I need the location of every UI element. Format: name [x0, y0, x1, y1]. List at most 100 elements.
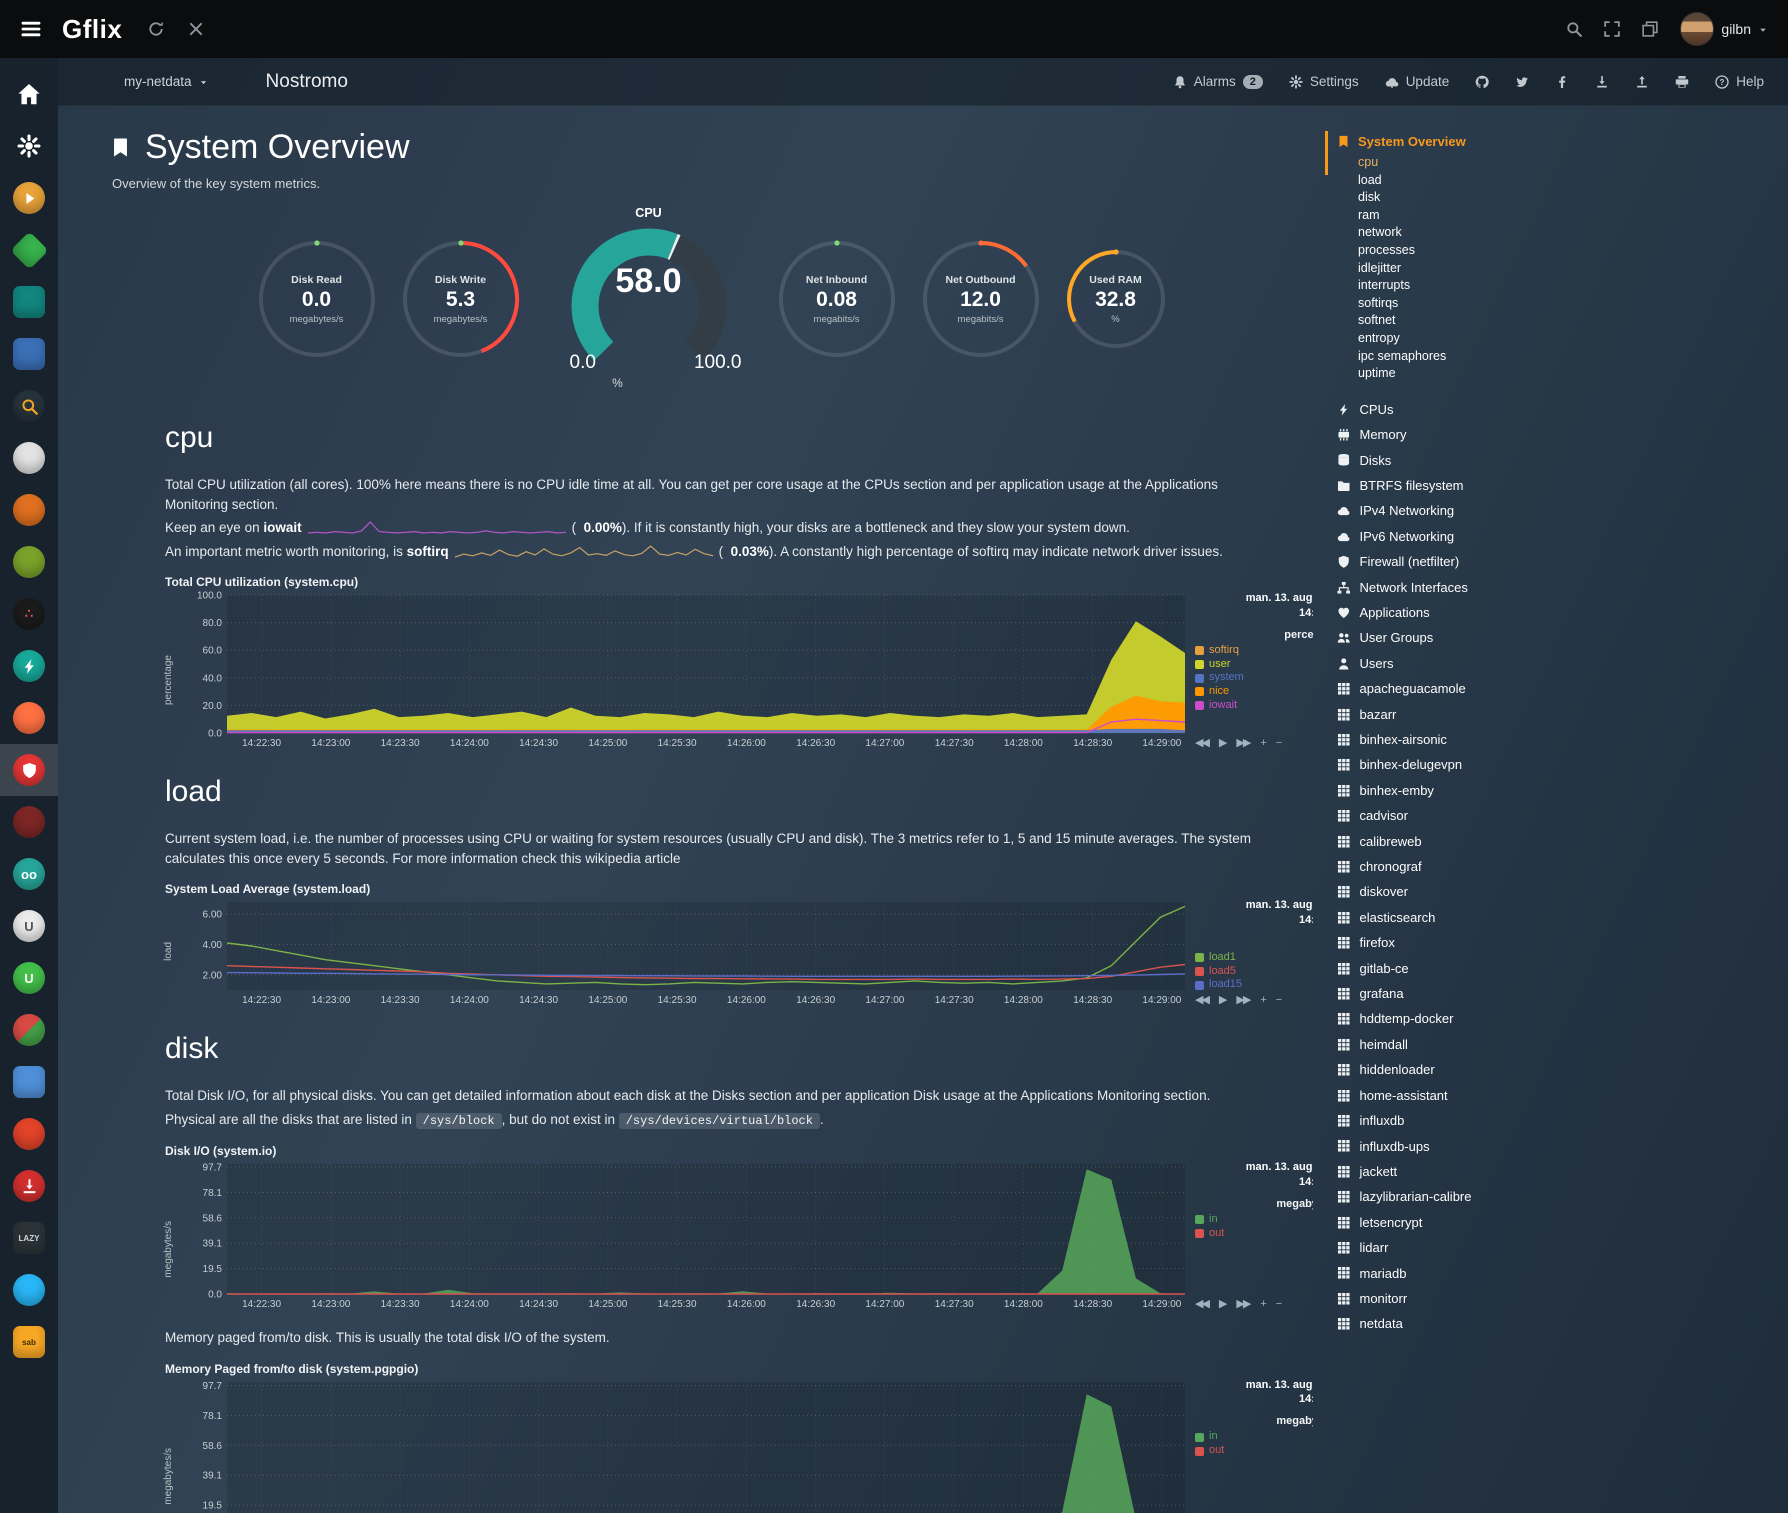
legend-item-softirq[interactable]: softirq0.0: [1195, 644, 1313, 658]
sidebar-item-app-teal-bolt[interactable]: [0, 640, 58, 692]
search-button[interactable]: [1566, 20, 1582, 38]
legend-item-load15[interactable]: load152.06: [1195, 978, 1313, 992]
menu-section-ipv6-networking[interactable]: IPv6 Networking: [1313, 524, 1788, 549]
server-dropdown[interactable]: my-netdata: [124, 74, 208, 89]
legend-item-in[interactable]: in0.0: [1195, 1430, 1313, 1444]
chart-plot-area[interactable]: 2.004.006.0014:22:3014:23:0014:23:3014:2…: [181, 898, 1191, 1008]
settings-button[interactable]: Settings: [1289, 74, 1359, 89]
gauge-net-outbound[interactable]: Net Outbound 12.0 megabits/s: [920, 238, 1042, 360]
sidebar-item-app-blue-bars[interactable]: [0, 328, 58, 380]
menu-section-btrfs-filesystem[interactable]: BTRFS filesystem: [1313, 473, 1788, 498]
legend-item-out[interactable]: out-5.3: [1195, 1227, 1313, 1241]
menu-link-cpu[interactable]: cpu: [1358, 154, 1788, 172]
menu-app-grafana[interactable]: grafana: [1313, 981, 1788, 1006]
chart-zoom-out-button[interactable]: −: [1276, 1298, 1280, 1310]
sidebar-item-home[interactable]: [0, 68, 58, 120]
facebook-link[interactable]: [1555, 75, 1569, 89]
close-tab-button[interactable]: [188, 20, 204, 38]
chart-pan-backward-button[interactable]: ◀◀: [1195, 736, 1208, 749]
gauge-cpu[interactable]: CPU 58.0 0.0 100.0 %: [544, 206, 754, 392]
menu-app-hddtemp-docker[interactable]: hddtemp-docker: [1313, 1006, 1788, 1031]
chart-pan-backward-button[interactable]: ◀◀: [1195, 993, 1208, 1006]
user-menu[interactable]: gilbn: [1680, 12, 1768, 46]
menu-app-calibreweb[interactable]: calibreweb: [1313, 829, 1788, 854]
chart-pan-forward-button[interactable]: ▶▶: [1236, 736, 1249, 749]
menu-app-monitorr[interactable]: monitorr: [1313, 1286, 1788, 1311]
chart-zoom-out-button[interactable]: −: [1276, 737, 1280, 749]
menu-app-letsencrypt[interactable]: letsencrypt: [1313, 1210, 1788, 1235]
legend-item-in[interactable]: in0.0: [1195, 1213, 1313, 1227]
menu-section-user-groups[interactable]: User Groups: [1313, 625, 1788, 650]
sidebar-item-app-gitlab[interactable]: [0, 1108, 58, 1160]
github-link[interactable]: [1475, 75, 1489, 89]
chart-pan-forward-button[interactable]: ▶▶: [1236, 993, 1249, 1006]
sidebar-item-app-capsules[interactable]: [0, 1004, 58, 1056]
sidebar-item-app-blue-window[interactable]: [0, 1056, 58, 1108]
menu-app-heimdall[interactable]: heimdall: [1313, 1032, 1788, 1057]
legend-item-system[interactable]: system2.3: [1195, 671, 1313, 685]
legend-item-load5[interactable]: load52.68: [1195, 965, 1313, 979]
menu-link-softnet[interactable]: softnet: [1358, 312, 1788, 330]
chart-plot-area[interactable]: 0.020.040.060.080.0100.014:22:3014:23:00…: [181, 591, 1191, 751]
menu-app-cadvisor[interactable]: cadvisor: [1313, 803, 1788, 828]
legend-item-load1[interactable]: load16.51: [1195, 951, 1313, 965]
sidebar-item-app-orange-wheel[interactable]: [0, 484, 58, 536]
menu-app-influxdb-ups[interactable]: influxdb-ups: [1313, 1134, 1788, 1159]
sidebar-item-app-dark-berries[interactable]: [0, 796, 58, 848]
chart-zoom-in-button[interactable]: +: [1260, 737, 1264, 749]
menu-link-softirqs[interactable]: softirqs: [1358, 295, 1788, 313]
sidebar-item-app-white-horseshoe[interactable]: U: [0, 900, 58, 952]
menu-app-jackett[interactable]: jackett: [1313, 1159, 1788, 1184]
chart-pan-forward-button[interactable]: ▶▶: [1236, 1297, 1249, 1310]
sidebar-item-app-red-arrow[interactable]: [0, 1160, 58, 1212]
sidebar-item-app-lazy[interactable]: LAZY: [0, 1212, 58, 1264]
menu-app-mariadb[interactable]: mariadb: [1313, 1261, 1788, 1286]
chart-play-button[interactable]: ▶: [1219, 1297, 1225, 1310]
sidebar-item-app-teal-stack[interactable]: [0, 276, 58, 328]
menu-section-cpus[interactable]: CPUs: [1313, 397, 1788, 422]
chart-zoom-out-button[interactable]: −: [1276, 994, 1280, 1006]
menu-app-elasticsearch[interactable]: elasticsearch: [1313, 905, 1788, 930]
gauge-disk-write[interactable]: Disk Write 5.3 megabytes/s: [400, 238, 522, 360]
update-button[interactable]: Update: [1385, 74, 1450, 89]
print-button[interactable]: [1675, 75, 1689, 89]
tabs-button[interactable]: [1642, 20, 1658, 38]
sidebar-item-app-teal-oo[interactable]: oo: [0, 848, 58, 900]
sidebar-item-app-sab[interactable]: sab: [0, 1316, 58, 1368]
sidebar-item-app-green-ball[interactable]: [0, 536, 58, 588]
sidebar-item-app-search[interactable]: [0, 380, 58, 432]
menu-app-gitlab-ce[interactable]: gitlab-ce: [1313, 956, 1788, 981]
import-snapshot-button[interactable]: [1595, 75, 1609, 89]
menu-toggle-button[interactable]: [0, 18, 62, 40]
refresh-tab-button[interactable]: [148, 20, 164, 38]
legend-item-iowait[interactable]: iowait0.0: [1195, 699, 1313, 713]
chart-play-button[interactable]: ▶: [1219, 736, 1225, 749]
sidebar-item-app-orange-flame[interactable]: [0, 692, 58, 744]
menu-section-disks[interactable]: Disks: [1313, 448, 1788, 473]
softirq-sparkline[interactable]: [455, 544, 713, 559]
menu-link-disk[interactable]: disk: [1358, 189, 1788, 207]
menu-app-chronograf[interactable]: chronograf: [1313, 854, 1788, 879]
menu-link-interrupts[interactable]: interrupts: [1358, 277, 1788, 295]
help-button[interactable]: ? Help: [1715, 74, 1764, 89]
menu-link-idlejitter[interactable]: idlejitter: [1358, 260, 1788, 278]
sidebar-item-app-white-ball[interactable]: [0, 432, 58, 484]
menu-link-entropy[interactable]: entropy: [1358, 330, 1788, 348]
menu-app-influxdb[interactable]: influxdb: [1313, 1108, 1788, 1133]
menu-app-binhex-emby[interactable]: binhex-emby: [1313, 778, 1788, 803]
menu-section-applications[interactable]: Applications: [1313, 600, 1788, 625]
menu-section-network-interfaces[interactable]: Network Interfaces: [1313, 575, 1788, 600]
menu-app-lazylibrarian-calibre[interactable]: lazylibrarian-calibre: [1313, 1184, 1788, 1209]
legend-item-user[interactable]: user35.3: [1195, 658, 1313, 672]
fullscreen-button[interactable]: [1604, 20, 1620, 38]
menu-app-lidarr[interactable]: lidarr: [1313, 1235, 1788, 1260]
sidebar-item-app-orange-ball[interactable]: [0, 172, 58, 224]
twitter-link[interactable]: [1515, 75, 1529, 89]
sidebar-item-settings[interactable]: [0, 120, 58, 172]
sidebar-item-app-blue-drop[interactable]: [0, 1264, 58, 1316]
menu-app-hiddenloader[interactable]: hiddenloader: [1313, 1057, 1788, 1082]
app-logo[interactable]: Gflix: [62, 14, 122, 45]
legend-item-nice[interactable]: nice20.4: [1195, 685, 1313, 699]
menu-app-netdata[interactable]: netdata: [1313, 1311, 1788, 1336]
gauge-net-inbound[interactable]: Net Inbound 0.08 megabits/s: [776, 238, 898, 360]
